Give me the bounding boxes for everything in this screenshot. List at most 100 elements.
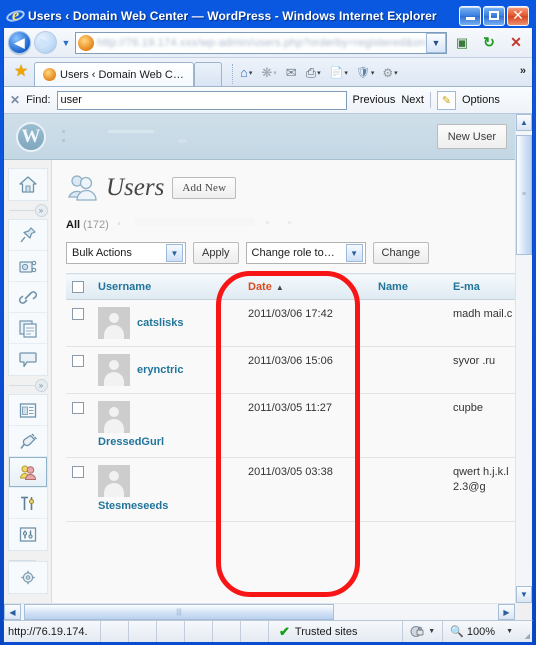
row-email-cell[interactable]: madh mail.c <box>445 299 515 347</box>
link-icon <box>18 290 37 304</box>
tools-menu-button[interactable]: ⚙ ▾ <box>381 62 398 84</box>
sidebar-item-dashboard[interactable] <box>9 169 47 200</box>
chevron-down-icon: ▼ <box>345 244 363 262</box>
username-link[interactable]: catslisks <box>137 307 183 339</box>
refresh-button[interactable]: ↻ <box>477 31 501 54</box>
maximize-button[interactable] <box>483 5 505 26</box>
sidebar-item-posts[interactable] <box>8 220 47 251</box>
select-all-checkbox[interactable] <box>72 280 84 293</box>
sidebar-item-media[interactable] <box>8 251 47 282</box>
sidebar-item-tools[interactable] <box>8 488 47 519</box>
new-tab-button[interactable] <box>194 62 222 86</box>
address-dropdown-button[interactable]: ▼ <box>426 32 446 53</box>
chevron-down-icon[interactable]: ▼ <box>506 628 513 635</box>
sidebar-item-extra-settings[interactable] <box>9 562 47 593</box>
find-close-button[interactable]: ✕ <box>10 93 20 107</box>
address-input[interactable]: http://76.19.174.xxx/wp-admin/users.php?… <box>75 31 447 54</box>
horizontal-scroll-thumb[interactable]: ||| <box>24 604 334 620</box>
chevron-down-icon[interactable]: ▾ <box>273 69 277 77</box>
zoom-indicator[interactable]: 🔍 100% ▼ <box>442 621 518 642</box>
scroll-down-button[interactable]: ▼ <box>516 586 532 603</box>
wordpress-logo-icon[interactable]: W <box>16 121 46 152</box>
new-user-button[interactable]: New User <box>436 124 507 149</box>
column-header-date[interactable]: Date ▲ <box>240 273 370 300</box>
bulk-actions-select[interactable]: Bulk Actions ▼ <box>66 242 186 264</box>
row-checkbox[interactable] <box>72 466 84 479</box>
chevron-down-icon[interactable]: ▾ <box>371 69 375 77</box>
filter-all-link[interactable]: All <box>66 219 80 231</box>
sidebar-item-comments[interactable] <box>9 344 47 375</box>
sidebar-item-appearance[interactable] <box>8 395 47 426</box>
scroll-up-button[interactable]: ▲ <box>516 114 532 131</box>
chevron-down-icon[interactable]: ▾ <box>317 69 321 77</box>
home-button[interactable]: ⌂ ▾ <box>239 62 253 84</box>
compatibility-view-button[interactable]: ▣ <box>450 31 474 54</box>
highlight-all-button[interactable]: ✎ <box>436 90 456 110</box>
chevron-down-icon[interactable]: ▼ <box>428 628 435 635</box>
users-table-head: Username Date ▲ Name E-ma <box>66 273 515 300</box>
forward-button[interactable]: ▶ <box>34 31 57 54</box>
vertical-scroll-track[interactable]: ≡ <box>516 131 532 586</box>
column-header-email[interactable]: E-ma <box>445 273 515 300</box>
window-title: Users ‹ Domain Web Center — WordPress - … <box>28 8 437 23</box>
back-button[interactable]: ◀ <box>8 31 31 54</box>
browser-tab-users[interactable]: Users ‹ Domain Web Cent… <box>34 62 194 86</box>
print-button[interactable]: ⎙ ▾ <box>305 62 322 84</box>
sidebar-item-settings[interactable] <box>9 519 47 550</box>
scroll-right-button[interactable]: ▶ <box>498 604 515 620</box>
sidebar-collapse-1[interactable]: » <box>8 201 48 219</box>
resize-grip[interactable]: ◢ <box>518 621 532 642</box>
username-link[interactable]: erynctric <box>137 354 183 386</box>
scroll-left-button[interactable]: ◀ <box>4 604 21 620</box>
security-zone-indicator[interactable]: ✔ Trusted sites <box>268 621 402 642</box>
sidebar-collapse-2[interactable]: » <box>8 376 48 394</box>
protected-mode-indicator[interactable]: ▼ <box>402 621 442 642</box>
sidebar-item-links[interactable] <box>8 282 47 313</box>
column-header-username[interactable]: Username <box>90 273 240 300</box>
chevron-down-icon[interactable]: ▾ <box>344 69 348 77</box>
favorites-star-icon[interactable]: ★ <box>8 59 34 85</box>
close-button[interactable]: ✕ <box>507 5 529 26</box>
find-previous-button[interactable]: Previous <box>353 94 396 106</box>
row-email-cell[interactable]: syvor .ru <box>445 346 515 394</box>
vertical-scrollbar[interactable]: ▲ ≡ ▼ <box>515 114 532 603</box>
row-checkbox[interactable] <box>72 308 84 321</box>
command-toolbar: ⌂ ▾ ❋ ▾ ✉ ⎙ ▾ 📄 ▾ � <box>239 62 528 84</box>
apply-button[interactable]: Apply <box>193 242 239 264</box>
change-role-select[interactable]: Change role to… ▼ <box>245 242 366 264</box>
safety-menu-button[interactable]: 🛡 ▾ <box>355 62 375 84</box>
minimize-button[interactable] <box>459 5 481 26</box>
column-header-name[interactable]: Name <box>370 273 445 300</box>
horizontal-scroll-track[interactable]: ||| <box>21 604 498 620</box>
pencil-icon: ✎ <box>441 94 452 107</box>
toolbar-overflow-button[interactable]: » <box>520 65 528 77</box>
status-bar: http://76.19.174. ✔ Trusted sites ▼ 🔍 10… <box>3 620 533 642</box>
row-checkbox[interactable] <box>72 355 84 368</box>
stop-button[interactable]: ✕ <box>504 31 528 54</box>
address-bar: ◀ ▶ ▼ http://76.19.174.xxx/wp-admin/user… <box>4 28 532 58</box>
row-checkbox[interactable] <box>72 402 84 415</box>
recent-pages-button[interactable]: ▼ <box>60 38 72 48</box>
sidebar-item-users[interactable] <box>8 457 47 488</box>
username-link[interactable]: DressedGurl <box>98 435 240 450</box>
sidebar-item-pages[interactable] <box>8 313 47 344</box>
vertical-scroll-thumb[interactable]: ≡ <box>516 135 532 255</box>
find-next-button[interactable]: Next <box>401 94 424 106</box>
row-email-cell[interactable]: qwert h.j.k.l 2.3@g <box>445 457 515 522</box>
security-zone-label: Trusted sites <box>294 625 358 638</box>
find-input[interactable] <box>56 90 347 110</box>
add-new-button[interactable]: Add New <box>172 177 237 199</box>
sidebar-item-plugins[interactable] <box>8 426 47 457</box>
chevron-down-icon[interactable]: ▾ <box>249 69 253 77</box>
read-mail-button[interactable]: ✉ <box>285 62 298 84</box>
stop-icon: ✕ <box>510 34 522 50</box>
find-options-button[interactable]: Options <box>462 94 500 106</box>
page-menu-button[interactable]: 📄 ▾ <box>329 62 349 84</box>
username-link[interactable]: Stesmeseeds <box>98 499 240 514</box>
horizontal-scrollbar[interactable]: ◀ ||| ▶ <box>4 603 515 620</box>
change-button[interactable]: Change <box>372 242 430 264</box>
row-email-cell[interactable]: cupbe <box>445 393 515 458</box>
chevron-down-icon[interactable]: ▾ <box>394 69 398 77</box>
feeds-button[interactable]: ❋ ▾ <box>260 62 277 84</box>
chevron-left-icon: ◀ <box>9 607 16 617</box>
